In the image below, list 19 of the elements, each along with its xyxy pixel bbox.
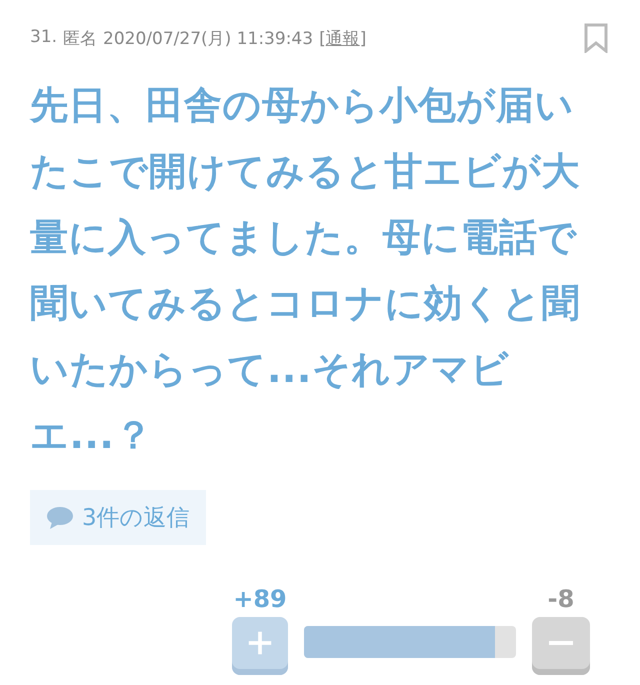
comment-text-line: 量に入ってました。母に電話で <box>30 214 577 261</box>
comment-number: 31. <box>30 26 58 48</box>
comment-text-line: 先日、田舎の母から小包が届い <box>30 82 574 129</box>
replies-button[interactable]: 3件の返信 <box>30 490 206 545</box>
plus-icon <box>246 629 274 657</box>
minus-button[interactable] <box>532 617 590 675</box>
report-link[interactable]: [通報] <box>319 26 366 50</box>
comment-text-line: いたからって...それアマビ <box>30 346 510 393</box>
plus-count: +89 <box>232 585 288 613</box>
comment-text-line: たこで開けてみると甘エビが大 <box>30 148 580 195</box>
comment-text-line: エ...？ <box>30 412 153 459</box>
minus-count: -8 <box>546 585 576 613</box>
speech-bubble-icon <box>46 506 74 530</box>
comment-text-line: 聞いてみるとコロナに効くと聞 <box>30 280 580 327</box>
minus-icon <box>548 641 574 645</box>
plus-button[interactable] <box>232 617 288 675</box>
post-datetime: 2020/07/27(月) 11:39:43 <box>103 28 314 50</box>
bookmark-icon[interactable] <box>584 23 608 53</box>
author-name: 匿名 <box>63 28 98 50</box>
